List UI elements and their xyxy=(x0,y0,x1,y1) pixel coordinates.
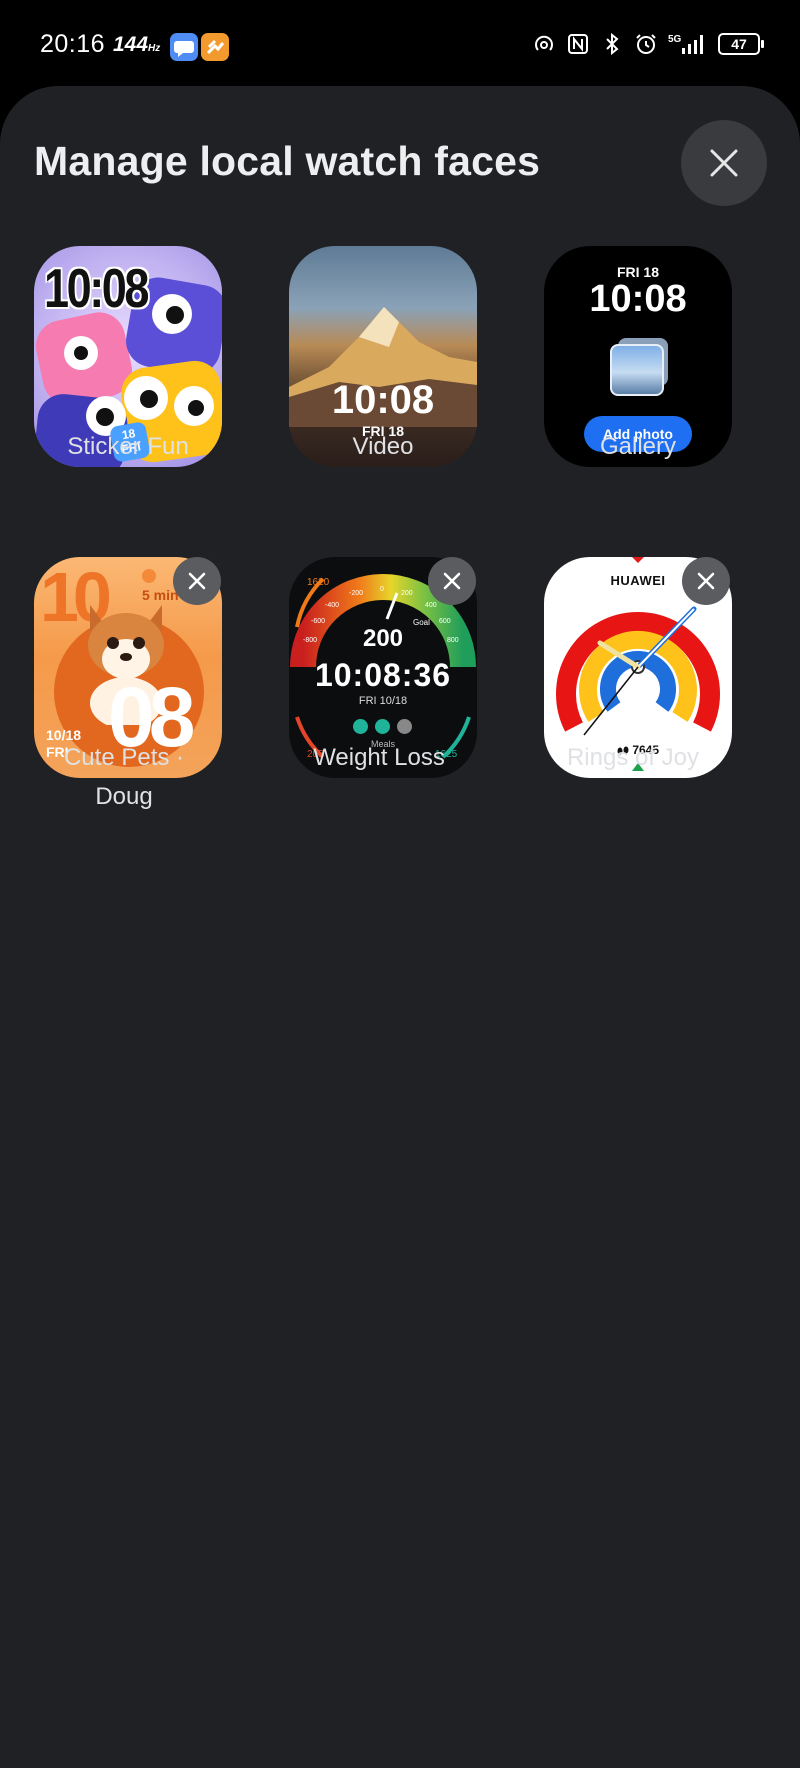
health-app-icon xyxy=(201,33,229,61)
check-icon xyxy=(353,719,368,734)
face-time: 10:08:36 xyxy=(314,657,452,693)
face-label-rings-of-joy: Rings of Joy xyxy=(566,744,700,771)
watch-faces-sheet: Manage local watch faces 10:08 18 FRI Sti… xyxy=(0,86,800,1768)
scale-label: -200 xyxy=(349,590,363,597)
face-time: 10:08 xyxy=(589,278,687,320)
page-title: Manage local watch faces xyxy=(34,138,541,184)
face-time: 10:08 xyxy=(331,378,435,422)
close-icon xyxy=(443,572,461,590)
photo-icon xyxy=(610,344,664,396)
check-icon xyxy=(397,719,412,734)
battery-indicator: 47 xyxy=(718,33,764,55)
hotspot-icon xyxy=(532,32,556,56)
scale-label: -400 xyxy=(325,602,339,609)
refresh-rate: 144Hz xyxy=(113,33,161,56)
alarm-icon xyxy=(634,32,658,56)
face-label-cute-pets: Cute Pets · Doug xyxy=(63,744,185,810)
delete-button-cute-pets[interactable] xyxy=(173,557,221,605)
scale-label: -600 xyxy=(311,618,325,625)
face-label-video: Video xyxy=(352,433,414,460)
left-top-value: 1620 xyxy=(307,577,330,588)
face-time: 10:08 xyxy=(44,257,150,319)
delete-button-rings-of-joy[interactable] xyxy=(682,557,730,605)
scale-label: 200 xyxy=(401,590,413,597)
close-icon xyxy=(710,149,738,177)
face-value: 200 xyxy=(362,625,404,652)
svg-text:5G: 5G xyxy=(668,34,682,45)
close-icon xyxy=(697,572,715,590)
nfc-icon xyxy=(566,32,590,56)
signal-icon: 5G xyxy=(668,32,708,56)
close-button[interactable] xyxy=(681,120,767,206)
scale-label: 600 xyxy=(439,618,451,625)
bluetooth-icon xyxy=(600,32,624,56)
check-icon xyxy=(375,719,390,734)
sun-icon xyxy=(142,569,156,583)
close-icon xyxy=(188,572,206,590)
scale-label: 0 xyxy=(380,586,384,593)
scale-label: 400 xyxy=(425,602,437,609)
delete-button-weight-loss[interactable] xyxy=(428,557,476,605)
message-app-icon xyxy=(170,33,198,61)
face-date: FRI 10/18 xyxy=(358,695,408,707)
face-label-sticker-fun: Sticker Fun xyxy=(67,433,189,460)
face-label-weight-loss: Weight Loss xyxy=(313,744,445,771)
status-time: 20:16 xyxy=(40,30,106,58)
status-bar: 20:16 144Hz 5G 47 xyxy=(0,0,800,88)
face-label-gallery: Gallery xyxy=(599,433,677,460)
